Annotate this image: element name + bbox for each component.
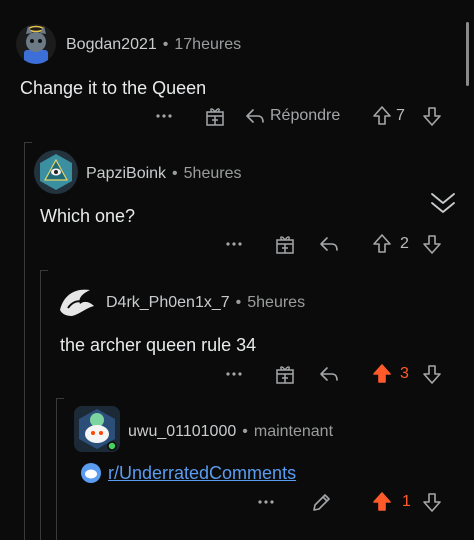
username[interactable]: Bogdan2021 <box>66 36 157 53</box>
comment-header: uwu_01101000 • maintenant <box>128 423 333 441</box>
more-icon <box>226 372 242 376</box>
reply-label: Répondre <box>270 107 341 124</box>
vote-count-value: 2 <box>400 235 409 252</box>
downvote-icon <box>423 365 441 384</box>
more-icon <box>258 500 274 504</box>
vote-count: 3 <box>400 362 409 386</box>
upvote-active-icon <box>373 364 391 383</box>
user-avatar-icon <box>60 289 94 316</box>
vote-count: 2 <box>400 232 409 256</box>
vote-count: 1 <box>402 490 411 514</box>
downvote-icon <box>423 493 441 512</box>
more-icon <box>226 242 242 246</box>
reply-button[interactable] <box>318 232 340 256</box>
award-button[interactable] <box>204 104 226 128</box>
gift-icon <box>206 108 224 126</box>
timestamp: 17heures <box>174 36 242 53</box>
thread-line <box>24 142 25 540</box>
gift-icon <box>276 366 294 384</box>
thread-connector <box>56 398 64 399</box>
upvote-icon <box>373 234 391 253</box>
award-button[interactable] <box>274 362 296 386</box>
subreddit-icon <box>81 463 101 483</box>
gift-icon <box>276 236 294 254</box>
downvote-button[interactable] <box>422 104 442 128</box>
upvote-button[interactable] <box>372 104 392 128</box>
upvote-button-active[interactable] <box>372 362 392 386</box>
downvote-button[interactable] <box>422 490 442 514</box>
pencil-icon <box>313 494 330 511</box>
reply-icon <box>320 237 338 251</box>
vote-count: 7 <box>396 104 405 128</box>
upvote-button-active[interactable] <box>372 490 392 514</box>
timestamp: maintenant <box>253 423 334 440</box>
timestamp: 5heures <box>183 165 242 182</box>
timestamp: 5heures <box>247 294 306 311</box>
reply-icon <box>320 367 338 381</box>
separator: • <box>235 294 242 311</box>
reply-icon <box>246 109 264 123</box>
comment-header: D4rk_Ph0en1x_7 • 5heures <box>106 294 305 312</box>
thread-line <box>40 270 41 540</box>
avatar[interactable] <box>34 150 78 194</box>
comment-text: Change it to the Queen <box>20 78 207 98</box>
user-avatar-icon <box>79 409 117 451</box>
more-options-button[interactable] <box>224 232 244 256</box>
downvote-button[interactable] <box>422 232 442 256</box>
separator: • <box>172 165 178 182</box>
more-options-button[interactable] <box>224 362 244 386</box>
reply-button[interactable]: Répondre <box>244 104 340 128</box>
comment-header: PapziBoink • 5heures <box>86 165 241 183</box>
username[interactable]: uwu_01101000 <box>128 423 236 440</box>
collapse-chevrons-icon <box>431 193 455 213</box>
more-options-button[interactable] <box>256 490 276 514</box>
upvote-icon <box>373 106 391 125</box>
more-icon <box>156 114 172 118</box>
reply-button[interactable] <box>318 362 340 386</box>
collapse-button[interactable] <box>428 190 458 216</box>
avatar[interactable] <box>74 406 120 452</box>
vote-count-value: 3 <box>400 365 409 382</box>
award-button[interactable] <box>274 232 296 256</box>
username[interactable]: D4rk_Ph0en1x_7 <box>106 294 230 311</box>
downvote-icon <box>423 235 441 254</box>
thread-line <box>56 398 57 540</box>
more-options-button[interactable] <box>154 104 174 128</box>
scrollbar[interactable] <box>466 22 469 86</box>
upvote-active-icon <box>373 492 391 511</box>
user-avatar-icon <box>40 154 72 190</box>
edit-button[interactable] <box>310 490 332 514</box>
user-avatar-icon <box>24 25 48 64</box>
thread-connector <box>24 142 32 143</box>
avatar[interactable] <box>16 24 56 64</box>
username[interactable]: PapziBoink <box>86 165 166 182</box>
downvote-button[interactable] <box>422 362 442 386</box>
comment-header: Bogdan2021 • 17heures <box>66 36 241 54</box>
separator: • <box>162 36 169 53</box>
thread-connector <box>40 270 48 271</box>
vote-count-value: 1 <box>402 493 411 510</box>
vote-count-value: 7 <box>396 107 405 124</box>
upvote-button[interactable] <box>372 232 392 256</box>
subreddit-link[interactable]: r/UnderratedComments <box>80 462 296 484</box>
avatar[interactable] <box>54 280 98 324</box>
subreddit-link-text[interactable]: r/UnderratedComments <box>108 463 296 484</box>
comment-text: Which one? <box>40 206 136 226</box>
comment-text: the archer queen rule 34 <box>60 335 257 355</box>
separator: • <box>242 423 248 440</box>
downvote-icon <box>423 107 441 126</box>
